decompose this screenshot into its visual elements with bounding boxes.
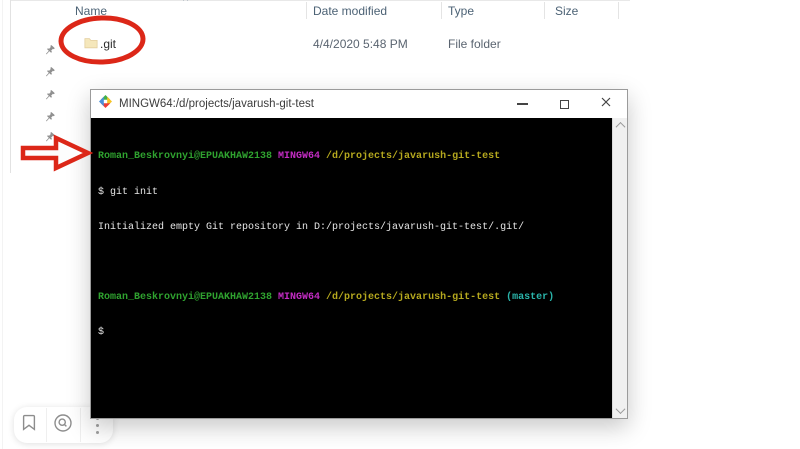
pin-icon[interactable]: [43, 44, 56, 57]
mingw64-terminal-window: MINGW64:/d/projects/javarush-git-test Ro…: [90, 89, 628, 419]
column-header-name[interactable]: Name: [75, 4, 107, 18]
pin-icon[interactable]: [43, 111, 56, 124]
column-separator: [306, 2, 307, 19]
chevron-down-icon: [615, 404, 625, 415]
terminal-cursor-line: $: [98, 326, 105, 338]
column-separator: [618, 2, 619, 19]
minimize-icon: [516, 103, 528, 105]
folder-icon: [84, 36, 98, 54]
file-row-type: File folder: [448, 37, 501, 51]
toolbar-separator: [80, 408, 82, 442]
kebab-menu-icon: [96, 416, 100, 434]
terminal-scrollbar[interactable]: [612, 118, 627, 418]
pin-icon[interactable]: [43, 66, 56, 79]
prompt-env: MINGW64: [272, 291, 327, 303]
close-button[interactable]: [585, 90, 627, 118]
toolbar-separator: [45, 408, 47, 442]
sort-chevron-up-icon: ^: [183, 0, 189, 7]
scroll-up-button[interactable]: [613, 118, 628, 133]
chevron-up-icon: [615, 121, 625, 132]
file-row-date-modified: 4/4/2020 5:48 PM: [313, 37, 408, 51]
terminal-command-line: $ git init: [98, 186, 159, 198]
screenshot-root: ^ Name Date modified Type Size .git 4/4/…: [0, 0, 800, 449]
nav-pane-divider: [10, 0, 11, 173]
lens-search-button[interactable]: [49, 408, 77, 442]
maximize-icon: [559, 99, 569, 109]
maximize-button[interactable]: [543, 90, 585, 118]
file-row-name[interactable]: .git: [100, 37, 116, 51]
close-icon: [600, 95, 612, 113]
minimize-button[interactable]: [501, 90, 543, 118]
mingw-diamond-icon: [99, 95, 112, 113]
red-arrow-annotation: [20, 134, 94, 172]
bookmark-button[interactable]: [15, 408, 43, 442]
terminal-prompt-line: Roman_Beskrovnyi@EPUAKHAW2138 MINGW64 /d…: [98, 151, 612, 163]
lens-search-icon: [53, 413, 73, 438]
scroll-down-button[interactable]: [613, 403, 628, 418]
terminal-output-area[interactable]: Roman_Beskrovnyi@EPUAKHAW2138 MINGW64 /d…: [91, 118, 612, 418]
prompt-branch: (master): [500, 291, 555, 303]
prompt-path: /d/projects/javarush-git-test: [326, 291, 501, 303]
column-separator: [441, 2, 442, 19]
pin-icon[interactable]: [43, 131, 56, 144]
column-header-type[interactable]: Type: [448, 4, 474, 18]
column-header-size[interactable]: Size: [555, 4, 578, 18]
bookmark-icon: [22, 414, 36, 436]
prompt-user-host: Roman_Beskrovnyi@EPUAKHAW2138: [98, 291, 273, 303]
prompt-path: /d/projects/javarush-git-test: [326, 151, 501, 163]
terminal-output-line: Initialized empty Git repository in D:/p…: [98, 221, 525, 233]
prompt-user-host: Roman_Beskrovnyi@EPUAKHAW2138: [98, 151, 273, 163]
left-edge-line: [2, 0, 3, 449]
pin-icon[interactable]: [43, 89, 56, 102]
header-top-line: [10, 0, 630, 1]
column-header-date-modified[interactable]: Date modified: [313, 4, 387, 18]
column-separator: [544, 2, 545, 19]
terminal-window-title: MINGW64:/d/projects/javarush-git-test: [119, 98, 314, 110]
terminal-titlebar[interactable]: MINGW64:/d/projects/javarush-git-test: [91, 90, 627, 118]
terminal-prompt-line: Roman_Beskrovnyi@EPUAKHAW2138 MINGW64 /d…: [98, 292, 612, 304]
prompt-env: MINGW64: [272, 151, 327, 163]
